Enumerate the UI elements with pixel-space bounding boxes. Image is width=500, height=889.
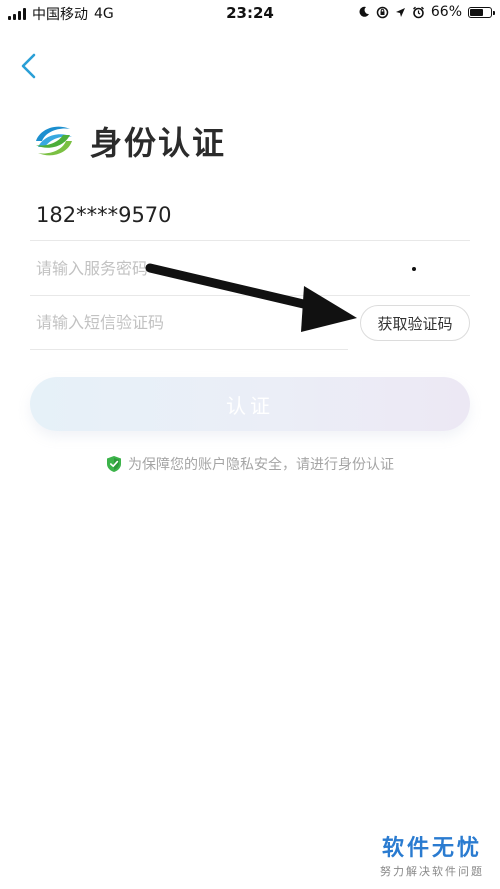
chevron-left-icon [21, 53, 36, 79]
security-notice: 为保障您的账户隐私安全，请进行身份认证 [0, 454, 500, 474]
watermark: 软件无忧 努力解决软件问题 [380, 830, 484, 879]
sms-code-row [30, 295, 348, 350]
back-button[interactable] [16, 50, 46, 82]
get-code-button[interactable]: 获取验证码 [360, 305, 470, 341]
service-password-input[interactable] [30, 257, 338, 279]
location-icon [395, 7, 405, 17]
phone-number: 182****9570 [36, 203, 172, 227]
status-bar: 中国移动 4G 23:24 66% [0, 0, 500, 26]
watermark-title: 软件无忧 [381, 836, 482, 861]
page-title: 身份认证 [90, 124, 227, 162]
china-mobile-logo [36, 126, 72, 156]
phone-number-row: 182****9570 [30, 190, 470, 241]
page-header: 身份认证 [32, 118, 226, 164]
rotation-lock-icon [376, 6, 389, 18]
moon-icon [359, 6, 369, 17]
alarm-icon [412, 6, 424, 18]
battery-icon [468, 6, 495, 18]
submit-button[interactable]: 认证 [30, 377, 470, 431]
shield-check-icon [107, 456, 121, 472]
cursor-dot [412, 267, 416, 271]
battery-percent: 66% [430, 4, 462, 20]
notice-text: 为保障您的账户隐私安全，请进行身份认证 [128, 457, 394, 473]
watermark-subtitle: 努力解决软件问题 [380, 865, 484, 878]
status-right: 66% [358, 4, 495, 20]
service-password-row [30, 241, 470, 296]
sms-code-input[interactable] [30, 311, 338, 333]
